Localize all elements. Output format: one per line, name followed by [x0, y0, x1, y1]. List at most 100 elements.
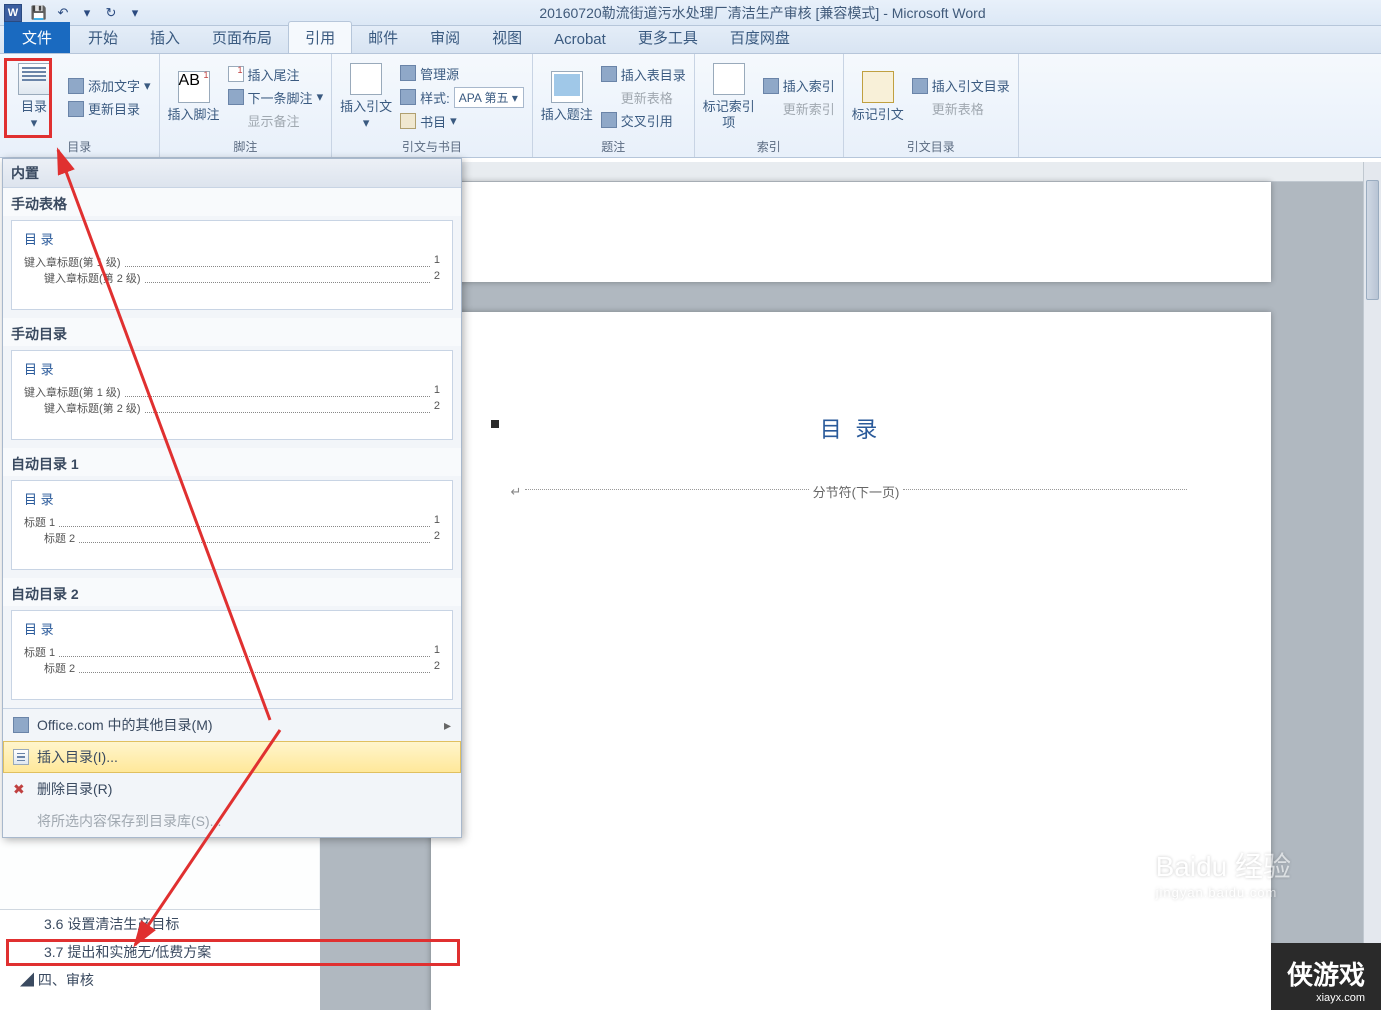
watermark-xiayx: 侠游戏xiayx.com — [1271, 943, 1381, 1010]
nav-item-37[interactable]: 3.7 提出和实施无/低费方案 — [0, 938, 320, 966]
insert-endnote-button[interactable]: 插入尾注 — [228, 65, 324, 84]
cross-reference-button[interactable]: 交叉引用 — [601, 111, 686, 130]
section-break-marker: ↵分节符(下一页) — [511, 482, 1191, 501]
manage-sources-button[interactable]: 管理源 — [400, 64, 524, 83]
gallery-auto2-preview[interactable]: 目 录 标题 11 标题 22 — [11, 610, 453, 700]
update-table-button[interactable]: 更新表格 — [601, 88, 686, 107]
mark-index-button[interactable]: 标记索引项 — [703, 58, 755, 136]
update-toc-button[interactable]: 更新目录 — [68, 99, 151, 118]
navigation-pane-visible: 3.6 设置清洁生产目标 3.7 提出和实施无/低费方案 ◢ 四、审核 — [0, 909, 320, 994]
gallery-manual-table-preview[interactable]: 目 录 键入章标题(第 1 级)1 键入章标题(第 2 级)2 — [11, 220, 453, 310]
remove-toc-icon: ✖ — [13, 781, 29, 797]
redo-icon[interactable]: ↻ — [102, 4, 120, 22]
group-index-label: 索引 — [703, 136, 835, 155]
undo-dropdown-icon[interactable]: ▾ — [78, 4, 96, 22]
insert-footnote-button[interactable]: AB 插入脚注 — [168, 58, 220, 136]
insert-citation-button[interactable]: 插入引文▾ — [340, 58, 392, 136]
update-citation-table-button[interactable]: 更新表格 — [912, 99, 1010, 118]
add-text-button[interactable]: 添加文字 ▾ — [68, 76, 151, 95]
toc-button[interactable]: 目录▾ — [8, 58, 60, 136]
vertical-scrollbar[interactable] — [1363, 162, 1381, 1010]
mark-citation-icon — [862, 71, 894, 103]
horizontal-ruler[interactable] — [320, 162, 1381, 182]
bibliography-button[interactable]: 书目 ▾ — [400, 112, 524, 131]
insert-table-figures-button[interactable]: 插入表目录 — [601, 65, 686, 84]
mark-citation-button[interactable]: 标记引文 — [852, 58, 904, 136]
group-caption: 插入题注 插入表目录 更新表格 交叉引用 题注 — [533, 54, 695, 157]
caption-icon — [551, 71, 583, 103]
dropdown-header-builtin: 内置 — [3, 159, 461, 188]
next-footnote-button[interactable]: 下一条脚注 ▾ — [228, 88, 324, 107]
update-toc-icon — [68, 101, 84, 117]
citation-style-combo[interactable]: 样式: APA 第五 ▾ — [400, 87, 524, 108]
insert-caption-button[interactable]: 插入题注 — [541, 58, 593, 136]
window-title: 20160720勒流街道污水处理厂清洁生产审核 [兼容模式] - Microso… — [144, 3, 1381, 23]
nav-item-4[interactable]: ◢ 四、审核 — [0, 966, 320, 994]
group-footnote-label: 脚注 — [168, 136, 324, 155]
update-index-icon — [763, 101, 779, 117]
insert-index-button[interactable]: 插入索引 — [763, 76, 835, 95]
toc-icon — [18, 63, 50, 95]
group-toc: 目录▾ 添加文字 ▾ 更新目录 目录 — [0, 54, 160, 157]
bibliography-icon — [400, 113, 416, 129]
undo-icon[interactable]: ↶ — [54, 4, 72, 22]
gallery-auto1-preview[interactable]: 目 录 标题 11 标题 22 — [11, 480, 453, 570]
save-gallery-icon — [13, 813, 29, 829]
save-icon[interactable]: 💾 — [30, 4, 48, 22]
toc-gallery-dropdown: 内置 手动表格 目 录 键入章标题(第 1 级)1 键入章标题(第 2 级)2 … — [2, 158, 462, 838]
tab-references[interactable]: 引用 — [288, 21, 352, 53]
document-toc-heading: 目 录 — [511, 412, 1191, 444]
gallery-auto1-title: 自动目录 1 — [3, 448, 461, 476]
mark-index-icon — [713, 63, 745, 95]
tab-baidu[interactable]: 百度网盘 — [714, 22, 806, 53]
insert-citation-table-button[interactable]: 插入引文目录 — [912, 76, 1010, 95]
word-app-icon: W — [4, 4, 22, 22]
menu-save-gallery[interactable]: 将所选内容保存到目录库(S)... — [3, 805, 461, 837]
page-1-bottom — [431, 182, 1271, 282]
tab-insert[interactable]: 插入 — [134, 22, 196, 53]
show-notes-icon — [228, 112, 244, 128]
crossref-icon — [601, 112, 617, 128]
quick-access-toolbar: 💾 ↶ ▾ ↻ ▾ — [30, 4, 144, 22]
tab-file[interactable]: 文件 — [4, 22, 70, 53]
group-index: 标记索引项 插入索引 更新索引 索引 — [695, 54, 844, 157]
group-toc-label: 目录 — [8, 136, 151, 155]
gallery-manual-toc-title: 手动目录 — [3, 318, 461, 346]
qat-customize-icon[interactable]: ▾ — [126, 4, 144, 22]
show-notes-button[interactable]: 显示备注 — [228, 111, 324, 130]
group-citation-label: 引文与书目 — [340, 136, 524, 155]
tab-home[interactable]: 开始 — [72, 22, 134, 53]
tab-layout[interactable]: 页面布局 — [196, 22, 288, 53]
style-icon — [400, 89, 416, 105]
scrollbar-thumb[interactable] — [1366, 180, 1379, 300]
nav-item-36[interactable]: 3.6 设置清洁生产目标 — [0, 910, 320, 938]
tab-review[interactable]: 审阅 — [414, 22, 476, 53]
update-index-button[interactable]: 更新索引 — [763, 99, 835, 118]
menu-office-com[interactable]: Office.com 中的其他目录(M)▸ — [3, 709, 461, 741]
gallery-manual-table-title: 手动表格 — [3, 188, 461, 216]
update-table-icon — [601, 89, 617, 105]
add-text-icon — [68, 78, 84, 94]
update-cite-table-icon — [912, 101, 928, 117]
page-2[interactable]: 目 录 ↵分节符(下一页) — [431, 312, 1271, 1010]
ribbon: 目录▾ 添加文字 ▾ 更新目录 目录 AB 插入脚注 插入尾注 下一条脚注 ▾ … — [0, 54, 1381, 158]
ribbon-tabs: 文件 开始 插入 页面布局 引用 邮件 审阅 视图 Acrobat 更多工具 百… — [0, 26, 1381, 54]
tab-acrobat[interactable]: Acrobat — [538, 26, 622, 53]
watermark-baidu: Baidu 经验jingyan.baidu.com — [1156, 845, 1291, 900]
tab-mail[interactable]: 邮件 — [352, 22, 414, 53]
tab-view[interactable]: 视图 — [476, 22, 538, 53]
group-footnote: AB 插入脚注 插入尾注 下一条脚注 ▾ 显示备注 脚注 — [160, 54, 333, 157]
insert-index-icon — [763, 78, 779, 94]
tab-more-tools[interactable]: 更多工具 — [622, 22, 714, 53]
gallery-manual-toc-preview[interactable]: 目 录 键入章标题(第 1 级)1 键入章标题(第 2 级)2 — [11, 350, 453, 440]
paragraph-handle — [491, 420, 499, 428]
group-cite-table-label: 引文目录 — [852, 136, 1010, 155]
insert-toc-icon — [13, 749, 29, 765]
group-citation-table: 标记引文 插入引文目录 更新表格 引文目录 — [844, 54, 1019, 157]
gallery-auto2-title: 自动目录 2 — [3, 578, 461, 606]
menu-remove-toc[interactable]: ✖ 删除目录(R) — [3, 773, 461, 805]
next-footnote-icon — [228, 89, 244, 105]
menu-insert-toc[interactable]: 插入目录(I)... — [3, 741, 461, 773]
group-citation: 插入引文▾ 管理源 样式: APA 第五 ▾ 书目 ▾ 引文与书目 — [332, 54, 533, 157]
endnote-icon — [228, 66, 244, 82]
